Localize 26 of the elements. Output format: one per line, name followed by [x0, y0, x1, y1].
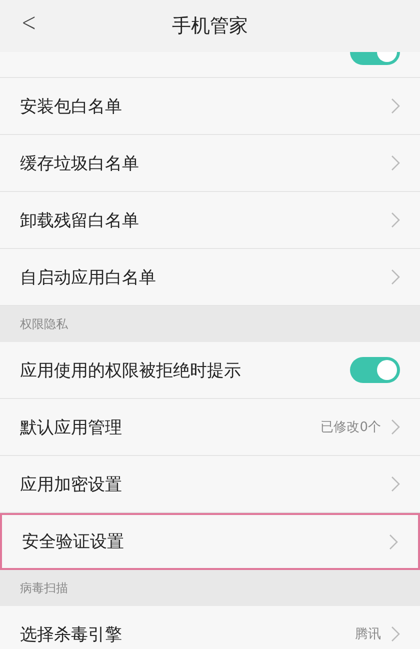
row-label: 卸载残留白名单 — [20, 210, 140, 232]
row-label: 默认应用管理 — [20, 416, 123, 438]
row-value: 已修改0个 — [320, 419, 381, 436]
chevron-icon — [391, 269, 400, 285]
section-title: 权限隐私 — [20, 316, 68, 332]
row-label: 安全验证设置 — [22, 531, 125, 553]
chevron-icon — [389, 534, 398, 550]
chevron-icon — [391, 626, 400, 642]
row-label: 应用加密设置 — [20, 474, 123, 496]
chevron-icon — [391, 98, 400, 114]
screen-title: 手机管家 — [172, 14, 248, 39]
row-label: 缓存垃圾白名单 — [20, 152, 140, 174]
toggle-switch[interactable] — [350, 357, 400, 383]
toggle-switch[interactable] — [350, 52, 400, 65]
settings-row[interactable]: 安全验证设置 — [0, 513, 420, 570]
back-button[interactable]: < — [18, 8, 40, 38]
chevron-icon — [391, 476, 400, 492]
row-label: 安装包白名单 — [20, 96, 123, 118]
chevron-icon — [391, 155, 400, 171]
row-label: 选择杀毒引擎 — [20, 624, 123, 646]
row-value: 腾讯 — [355, 626, 381, 643]
chevron-icon — [391, 419, 400, 435]
section-title: 病毒扫描 — [20, 580, 68, 596]
row-label: 自启动应用白名单 — [20, 266, 157, 288]
chevron-icon — [391, 212, 400, 228]
row-label: 应用使用的权限被拒绝时提示 — [20, 360, 242, 382]
